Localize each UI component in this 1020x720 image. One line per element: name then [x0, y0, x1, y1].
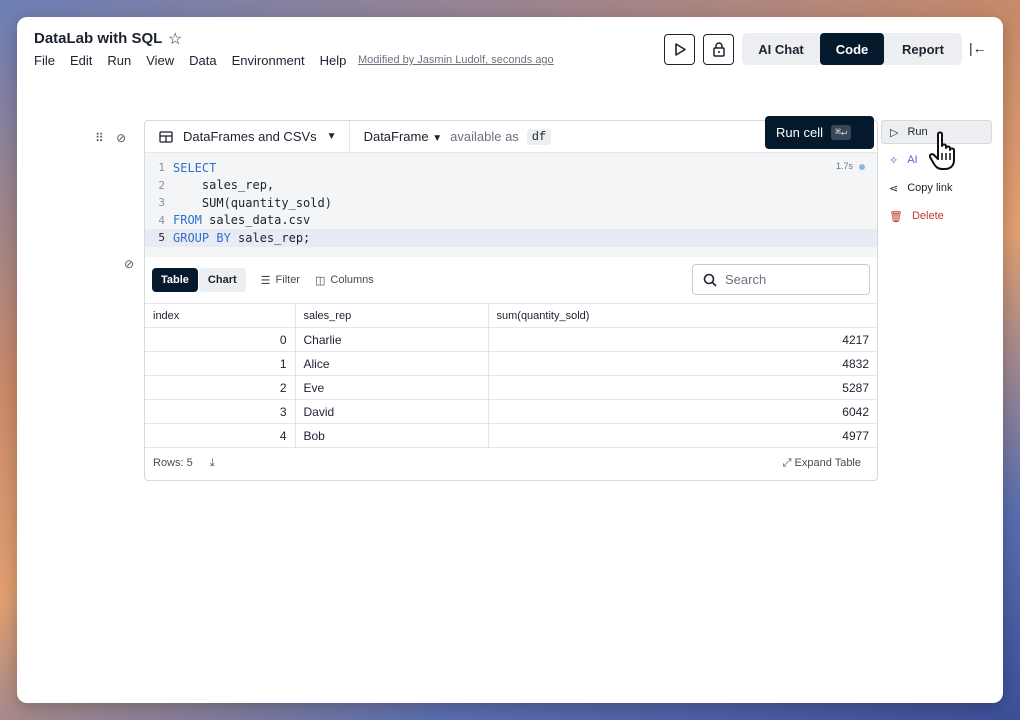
sql-cell: DataFrames and CSVs ▼ DataFrame ▼ availa… — [144, 120, 878, 481]
filter-icon: ☰ — [260, 274, 271, 287]
modified-status[interactable]: Modified by Jasmin Ludolf, seconds ago — [358, 54, 554, 66]
columns-icon: ◫ — [314, 274, 326, 287]
table-icon — [159, 130, 173, 143]
lock-icon — [712, 42, 725, 57]
drag-handle-icon[interactable]: ⠿ — [95, 131, 104, 145]
results-table: index sales_rep sum(quantity_sold) 0 Char… — [145, 303, 877, 448]
tab-code[interactable]: Code — [820, 33, 884, 65]
table-row: 0 Charlie 4217 — [145, 327, 877, 352]
table-row: 2 Eve 5287 — [145, 375, 877, 400]
mode-switcher: AI Chat Code Report — [742, 33, 962, 65]
menu-edit[interactable]: Edit — [70, 53, 92, 68]
shortcut-badge: ⌘↵ — [830, 125, 852, 140]
tab-chart[interactable]: Chart — [198, 268, 246, 292]
code-line-active[interactable]: 5 GROUP BY sales_rep; — [145, 229, 877, 247]
table-row: 4 Bob 4977 — [145, 423, 877, 448]
available-as-label: available as — [450, 129, 519, 144]
rows-info: Rows: 5 ⤓ — [153, 456, 215, 469]
run-cell-tooltip: Run cell ⌘↵ — [765, 116, 874, 149]
code-line[interactable]: 3 SUM(quantity_sold) — [145, 194, 877, 212]
lock-button[interactable] — [703, 34, 734, 65]
results-toolbar: Table Chart ☰ Filter ◫ Columns Search — [145, 257, 877, 303]
hide-output-icon[interactable]: ⊘ — [124, 257, 134, 271]
menu-file[interactable]: File — [34, 53, 55, 68]
code-line-5: GROUP BY sales_rep; — [173, 230, 311, 245]
columns-button[interactable]: ◫ Columns — [315, 274, 374, 287]
menu-help[interactable]: Help — [320, 53, 347, 68]
play-icon — [674, 43, 686, 56]
tab-ai-chat[interactable]: AI Chat — [742, 33, 820, 65]
cell-gutter: ⠿ ⊘ — [95, 131, 126, 145]
play-icon: ▷ — [890, 126, 899, 139]
menu-run[interactable]: Run — [107, 53, 131, 68]
menu-environment[interactable]: Environment — [232, 53, 305, 68]
table-footer: Rows: 5 ⤓ ⤢ Expand Table — [145, 448, 877, 478]
notebook-title[interactable]: DataLab with SQL — [34, 30, 162, 47]
filter-button[interactable]: ☰ Filter — [261, 274, 300, 287]
column-header[interactable]: sales_rep — [294, 303, 488, 328]
search-placeholder: Search — [725, 272, 767, 287]
sparkle-icon: ✧ — [889, 154, 899, 167]
copy-link-button[interactable]: ⋖ Copy link — [881, 176, 992, 200]
code-line[interactable]: 4 FROM sales_data.csv — [145, 212, 877, 230]
expand-icon: ⤢ — [782, 456, 792, 469]
source-label: DataFrames and CSVs — [183, 129, 317, 144]
trash-icon: 🗑 — [889, 210, 903, 223]
search-input[interactable]: Search — [692, 264, 870, 295]
code-line-4: FROM sales_data.csv — [173, 213, 311, 228]
search-icon — [703, 273, 717, 287]
tooltip-label: Run cell — [776, 125, 823, 140]
source-selector[interactable]: DataFrames and CSVs ▼ — [145, 121, 350, 152]
chevron-down-icon: ▼ — [326, 131, 337, 142]
output-type-selector[interactable]: DataFrame ▼ — [364, 129, 443, 144]
menu-data[interactable]: Data — [189, 53, 216, 68]
expand-table-button[interactable]: ⤢ Expand Table — [783, 457, 861, 470]
collapse-panel-icon[interactable]: |← — [969, 40, 987, 56]
menu-view[interactable]: View — [146, 53, 174, 68]
code-editor[interactable]: 1.7s 1 SELECT 2 sales_rep, 3 SUM(quantity… — [145, 153, 877, 257]
chevron-down-icon: ▼ — [432, 133, 443, 144]
run-timing: 1.7s — [836, 161, 865, 171]
app-window: DataLab with SQL ☆ File Edit Run View Da… — [17, 17, 1003, 703]
hand-cursor-icon — [929, 131, 955, 170]
tab-report[interactable]: Report — [884, 33, 962, 65]
menu-bar: File Edit Run View Data Environment Help — [34, 53, 346, 68]
column-header[interactable]: sum(quantity_sold) — [487, 303, 877, 328]
share-icon: ⋖ — [889, 182, 899, 195]
tab-table[interactable]: Table — [152, 268, 198, 292]
status-dot-icon — [859, 163, 865, 170]
df-name[interactable]: df — [526, 128, 552, 145]
delete-button[interactable]: 🗑 Delete — [881, 204, 992, 228]
column-header[interactable]: index — [145, 303, 295, 328]
code-line[interactable]: 2 sales_rep, — [145, 177, 877, 195]
run-all-button[interactable] — [664, 34, 695, 65]
star-icon[interactable]: ☆ — [168, 29, 182, 49]
table-row: 1 Alice 4832 — [145, 351, 877, 376]
download-icon[interactable]: ⤓ — [210, 457, 215, 469]
hide-cell-icon[interactable]: ⊘ — [116, 131, 126, 145]
code-line[interactable]: 1 SELECT — [145, 159, 877, 177]
table-row: 3 David 6042 — [145, 399, 877, 424]
